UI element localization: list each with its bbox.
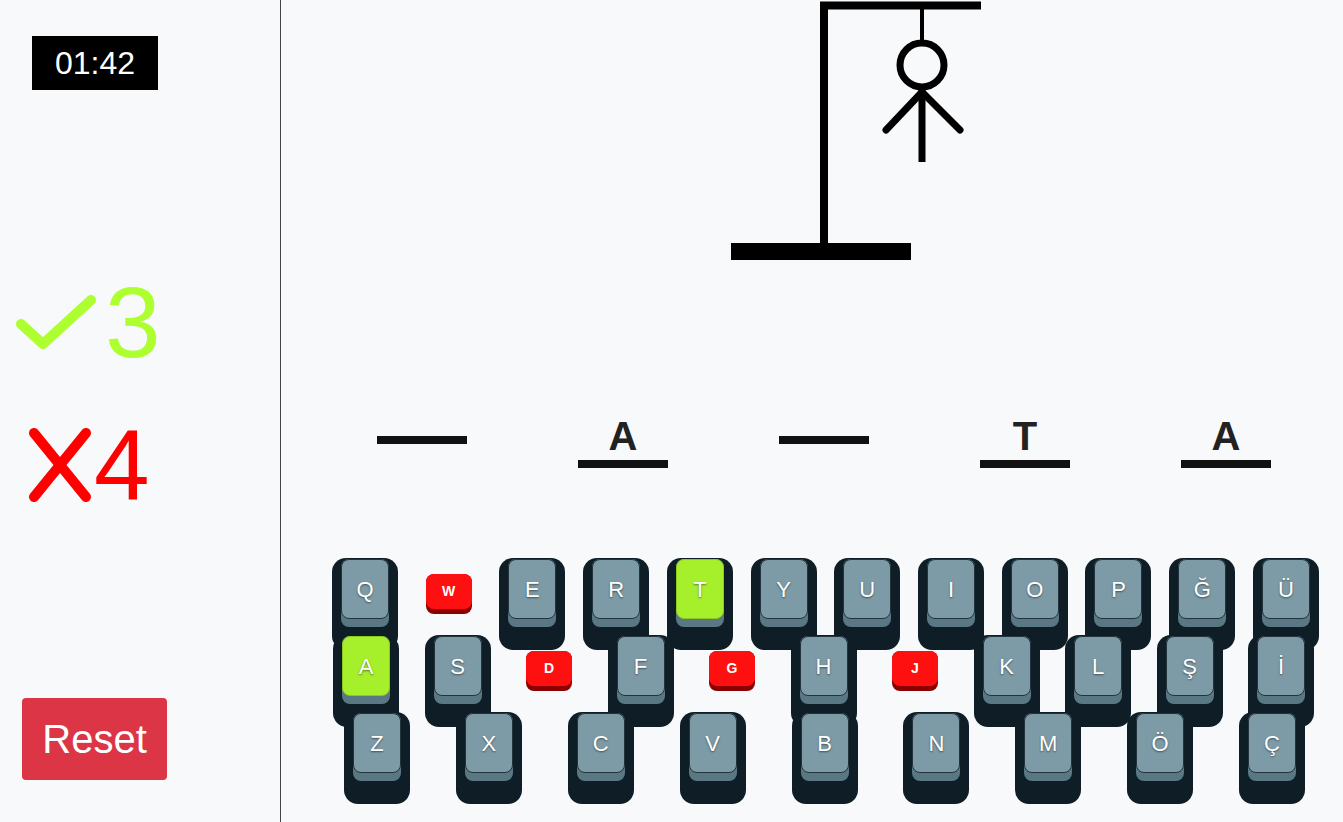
keyboard-key: T [667,558,733,650]
keyboard-key: J [892,651,938,691]
hangman-head [900,43,944,87]
keyboard-key: D [526,651,572,691]
hangman-left-arm [886,92,922,130]
keyboard-key[interactable]: X [456,712,522,804]
keyboard-key[interactable]: M [1015,712,1081,804]
keyboard-key: W [426,574,472,614]
keyboard-key[interactable]: C [568,712,634,804]
keyboard-key[interactable]: N [903,712,969,804]
letter-slot: A [1181,412,1271,468]
hangman-right-arm [922,92,960,130]
keyboard: QWERTYUIOPĞÜASDFGHJKLŞİZXCVBNMÖÇ [281,558,1343,804]
wrong-count: 4 [28,415,280,515]
keyboard-key: G [709,651,755,691]
game-area: A T A QWERTYUIOPĞÜASDFGHJKLŞİZXCVBNMÖÇ [281,0,1343,822]
letter-slot [779,436,869,444]
timer: 01:42 [32,36,158,90]
keyboard-key[interactable]: Ç [1239,712,1305,804]
keyboard-key[interactable]: E [499,558,565,650]
keyboard-key[interactable]: B [792,712,858,804]
letter-slot: A [578,412,668,468]
keyboard-key[interactable]: Z [344,712,410,804]
gallows [281,0,1343,265]
game-page: 01:42 3 4 Reset A T A QWERTYUIOPĞÜASDFGHJKLŞİZX… [0,0,1343,822]
reset-button[interactable]: Reset [22,698,167,780]
keyboard-key[interactable]: I [918,558,984,650]
keyboard-row: ZXCVBNMÖÇ [281,712,1343,804]
word: ATA [281,410,1343,470]
keyboard-key[interactable]: Ö [1127,712,1193,804]
letter-slot: T [980,412,1070,468]
correct-count: 3 [15,272,280,372]
keyboard-key[interactable]: L [1065,635,1131,727]
sidebar: 01:42 3 4 Reset [0,0,281,822]
letter-slot [377,436,467,444]
check-icon [15,292,97,352]
keyboard-key[interactable]: V [680,712,746,804]
cross-icon [28,427,92,503]
